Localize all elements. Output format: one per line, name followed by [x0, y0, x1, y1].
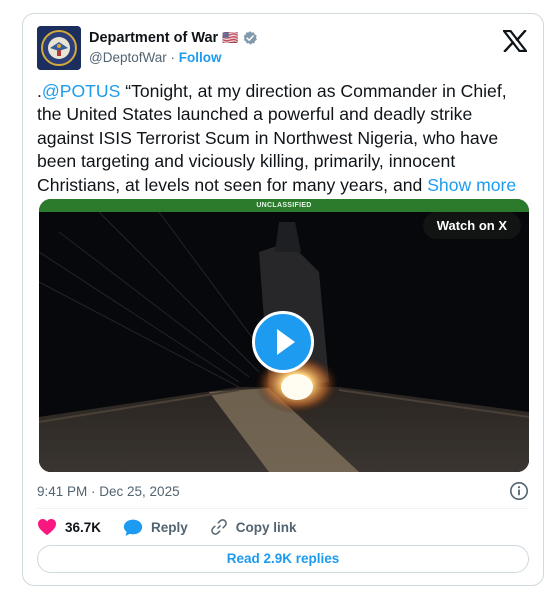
reply-button[interactable]: Reply: [123, 518, 188, 537]
handle-separator: ·: [170, 50, 176, 65]
handle-line: @DeptofWar · Follow: [89, 50, 222, 65]
link-icon: [210, 519, 227, 535]
tweet-header: Department of War 🇺🇸 @DeptofWar · Follow: [37, 26, 529, 70]
x-logo-icon[interactable]: [501, 29, 529, 54]
avatar[interactable]: [37, 26, 81, 70]
classification-banner: UNCLASSIFIED: [39, 199, 529, 212]
divider: [37, 508, 529, 509]
department-seal-icon: [37, 26, 81, 70]
tweet-timestamp[interactable]: 9:41 PM · Dec 25, 2025: [37, 484, 180, 499]
play-button[interactable]: [252, 311, 314, 373]
mention-link[interactable]: @POTUS: [42, 81, 120, 101]
read-replies-button[interactable]: Read 2.9K replies: [37, 545, 529, 573]
copy-link-label: Copy link: [235, 519, 297, 535]
watch-on-x-button[interactable]: Watch on X: [422, 212, 521, 239]
video-player[interactable]: UNCLASSIFIED Watch on X: [39, 199, 529, 472]
like-button[interactable]: 36.7K: [37, 518, 101, 536]
name-line: Department of War 🇺🇸: [89, 30, 258, 46]
action-bar: 36.7K Reply Copy link: [37, 515, 319, 539]
info-icon[interactable]: [509, 481, 529, 501]
tweet-card: Department of War 🇺🇸 @DeptofWar · Follow…: [22, 13, 544, 586]
reply-label: Reply: [151, 519, 188, 535]
heart-icon: [38, 518, 56, 536]
display-name[interactable]: Department of War: [89, 30, 218, 46]
handle[interactable]: @DeptofWar: [89, 50, 167, 65]
show-more-link[interactable]: Show more: [427, 175, 516, 195]
tweet-text: .@POTUS “Tonight, at my direction as Com…: [37, 80, 533, 197]
like-count: 36.7K: [65, 519, 102, 535]
us-flag-icon: 🇺🇸: [222, 30, 239, 45]
reply-bubble-icon: [123, 519, 143, 536]
follow-button[interactable]: Follow: [179, 50, 222, 65]
verified-badge-icon: [243, 31, 258, 45]
play-icon: [277, 329, 295, 355]
copy-link-button[interactable]: Copy link: [210, 518, 297, 536]
